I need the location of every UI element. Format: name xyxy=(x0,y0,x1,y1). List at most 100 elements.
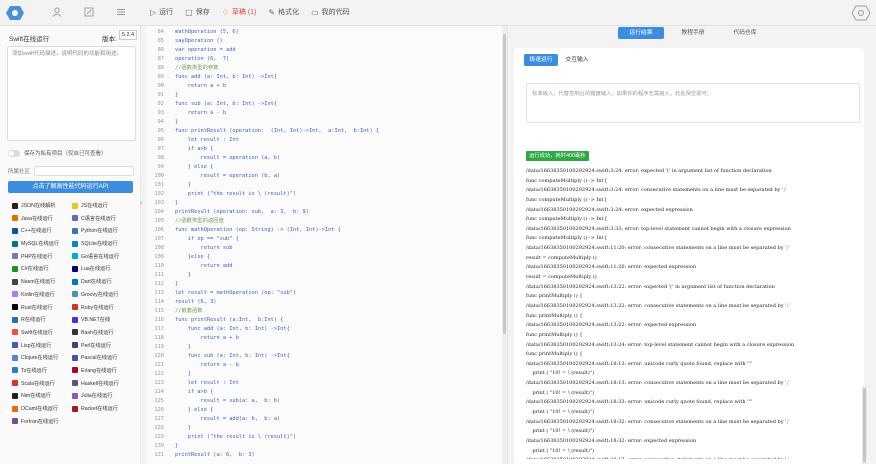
draft-button[interactable]: ♢ 草稿 (1) xyxy=(222,7,257,17)
language-link[interactable]: C++在线运行 xyxy=(12,227,72,234)
code-line: 115 //嵌套函数 xyxy=(146,307,507,316)
stdin-textarea[interactable]: 标准输入，代替控制台的键盘输入，如果你的程序无需输入，此处保空即可。 xyxy=(526,83,860,123)
language-link[interactable]: Lua在线运行 xyxy=(72,265,132,272)
code-text: func printResult (a:Int, b:Int) { xyxy=(175,317,284,323)
language-link[interactable]: R在线运行 xyxy=(12,316,72,323)
language-link[interactable]: Go语言在线运行 xyxy=(72,253,132,260)
language-label: Julia在线运行 xyxy=(81,393,113,400)
save-button[interactable]: ▢ 保存 xyxy=(185,7,210,17)
language-link[interactable]: Julia在线运行 xyxy=(72,392,132,399)
language-link[interactable]: Kotlin在线运行 xyxy=(12,291,72,298)
language-link[interactable]: Perl在线运行 xyxy=(72,342,132,349)
language-link[interactable]: Dart在线运行 xyxy=(72,278,132,285)
code-line: 119 } xyxy=(146,343,507,352)
line-number: 102 xyxy=(154,191,164,197)
language-link[interactable]: JS在线运行 xyxy=(72,202,132,209)
code-line: 120 func sub (a: Int, b: Int) ->Int{ xyxy=(146,352,507,361)
line-number: 98 xyxy=(157,155,164,161)
output-line: /data/16638350100292924.swift:18:13: err… xyxy=(526,380,790,387)
save-label: 保存 xyxy=(195,9,210,16)
menu-icon[interactable] xyxy=(112,7,130,19)
language-link[interactable]: Ts在线运行 xyxy=(12,367,72,374)
language-link[interactable]: Racket在线运行 xyxy=(72,405,132,412)
language-icon xyxy=(72,316,78,323)
edit-icon[interactable] xyxy=(80,7,98,19)
language-link[interactable]: VB.NET在线 xyxy=(72,316,132,323)
language-label: C语言在线运行 xyxy=(81,215,116,222)
output-line: /data/16638350100292924.swift:13:22: err… xyxy=(526,283,775,290)
language-link[interactable]: SQLite在线运行 xyxy=(72,240,132,247)
language-link[interactable]: Lisp在线运行 xyxy=(12,342,72,349)
language-link[interactable]: JSON在线解析 xyxy=(12,202,72,209)
code-text: func mathOperation (op: String) -> (Int,… xyxy=(175,227,341,233)
app-root: ▷ 运行 ▢ 保存 ♢ 草稿 (1) ✎ 格式化 ▭ 我的代码 Swift在线运… xyxy=(0,0,876,464)
line-number: 93 xyxy=(157,110,164,116)
format-button[interactable]: ✎ 格式化 xyxy=(268,7,299,17)
code-line: 124 if a>b { xyxy=(146,388,507,397)
line-number: 119 xyxy=(154,344,164,350)
code-text: let result : Int xyxy=(175,380,239,386)
language-link[interactable]: Haskell在线运行 xyxy=(72,380,132,387)
code-text: } xyxy=(175,272,191,278)
language-link[interactable]: PHP在线运行 xyxy=(12,253,72,260)
output-scrollbar[interactable] xyxy=(862,386,867,464)
language-link[interactable]: Swift在线运行 xyxy=(12,329,72,336)
line-number: 111 xyxy=(154,272,164,278)
language-link[interactable]: Pascal在线运行 xyxy=(72,354,132,361)
code-line: 129 print ("the result is \ (result)") xyxy=(146,433,507,442)
language-link[interactable]: Ruby在线运行 xyxy=(72,304,132,311)
api-info-button[interactable]: 点击了解高性能代码运行API xyxy=(8,181,133,193)
play-icon: ▷ xyxy=(150,7,157,17)
code-line: 92 func sub (a: Int, b: Int) ->Int{ xyxy=(146,100,507,109)
line-number: 127 xyxy=(154,416,164,422)
editor-scrollbar[interactable] xyxy=(502,26,507,464)
editor-toolbar: ▷ 运行 ▢ 保存 ♢ 草稿 (1) ✎ 格式化 ▭ 我的代码 xyxy=(150,7,350,17)
language-link[interactable]: OCaml在线运行 xyxy=(12,405,72,412)
code-text: } xyxy=(175,200,179,206)
output-line: func computeMultiply () -> Int [ xyxy=(526,177,608,184)
my-code-label: 我的代码 xyxy=(321,9,350,16)
language-link[interactable]: Scala在线运行 xyxy=(12,380,72,387)
version-select[interactable]: 5.2.4 xyxy=(119,30,137,40)
code-editor[interactable]: 84 mathOperation (5, 6) 85 sayOperation () 8… xyxy=(146,26,508,464)
line-number: 117 xyxy=(154,326,164,332)
language-link[interactable]: Fortran在线运行 xyxy=(12,418,72,425)
line-number: 120 xyxy=(154,353,164,359)
language-icon xyxy=(72,304,78,310)
language-link[interactable]: Erlang在线运行 xyxy=(72,367,132,374)
result-tab[interactable]: 运行结果 xyxy=(618,27,664,39)
language-link[interactable]: Rust在线运行 xyxy=(12,304,72,311)
line-number: 130 xyxy=(154,443,164,449)
run-mode-tab[interactable]: 交互输入 xyxy=(560,54,594,66)
language-link[interactable]: Nim在线运行 xyxy=(12,392,72,399)
language-link[interactable]: C#在线运行 xyxy=(12,265,72,272)
run-button[interactable]: ▷ 运行 xyxy=(150,7,173,17)
language-link[interactable]: MySQL在线运行 xyxy=(12,240,72,247)
output-console: /data/16638350100292924.swift:3:24: erro… xyxy=(526,167,862,459)
language-icon xyxy=(72,240,78,247)
line-number: 87 xyxy=(157,56,164,62)
logo-icon[interactable] xyxy=(6,5,24,21)
language-link[interactable]: Clojure在线运行 xyxy=(12,354,72,361)
code-line: 87 operation (6, 7) xyxy=(146,55,507,64)
code-line: 127 result = add(a: b, b: a) xyxy=(146,415,507,424)
language-link[interactable]: Python在线运行 xyxy=(72,227,132,234)
result-tab[interactable]: 代码仓库 xyxy=(722,27,768,39)
line-number: 88 xyxy=(157,65,164,71)
run-mode-tab[interactable]: 极速运行 xyxy=(524,54,558,66)
language-link[interactable]: Java在线运行 xyxy=(12,215,72,222)
language-link[interactable]: Nasm在线运行 xyxy=(12,278,72,285)
community-input[interactable] xyxy=(34,166,135,176)
editor-scroll-thumb[interactable] xyxy=(503,34,506,334)
my-code-button[interactable]: ▭ 我的代码 xyxy=(311,7,350,17)
user-icon[interactable] xyxy=(48,7,66,19)
language-link[interactable]: Groovy在线运行 xyxy=(72,291,132,298)
language-link[interactable]: C语言在线运行 xyxy=(72,215,132,222)
result-tab[interactable]: 教程手册 xyxy=(670,27,716,39)
language-link[interactable]: Bash在线运行 xyxy=(72,329,132,336)
private-toggle[interactable] xyxy=(8,149,20,157)
line-number: 94 xyxy=(157,119,164,125)
output-scroll-thumb[interactable] xyxy=(863,388,866,462)
code-line: 100 result = operation (b, a) xyxy=(146,172,507,181)
description-textarea[interactable]: 添加swift代码描述，说明代码的功能和用途。 xyxy=(7,46,136,141)
